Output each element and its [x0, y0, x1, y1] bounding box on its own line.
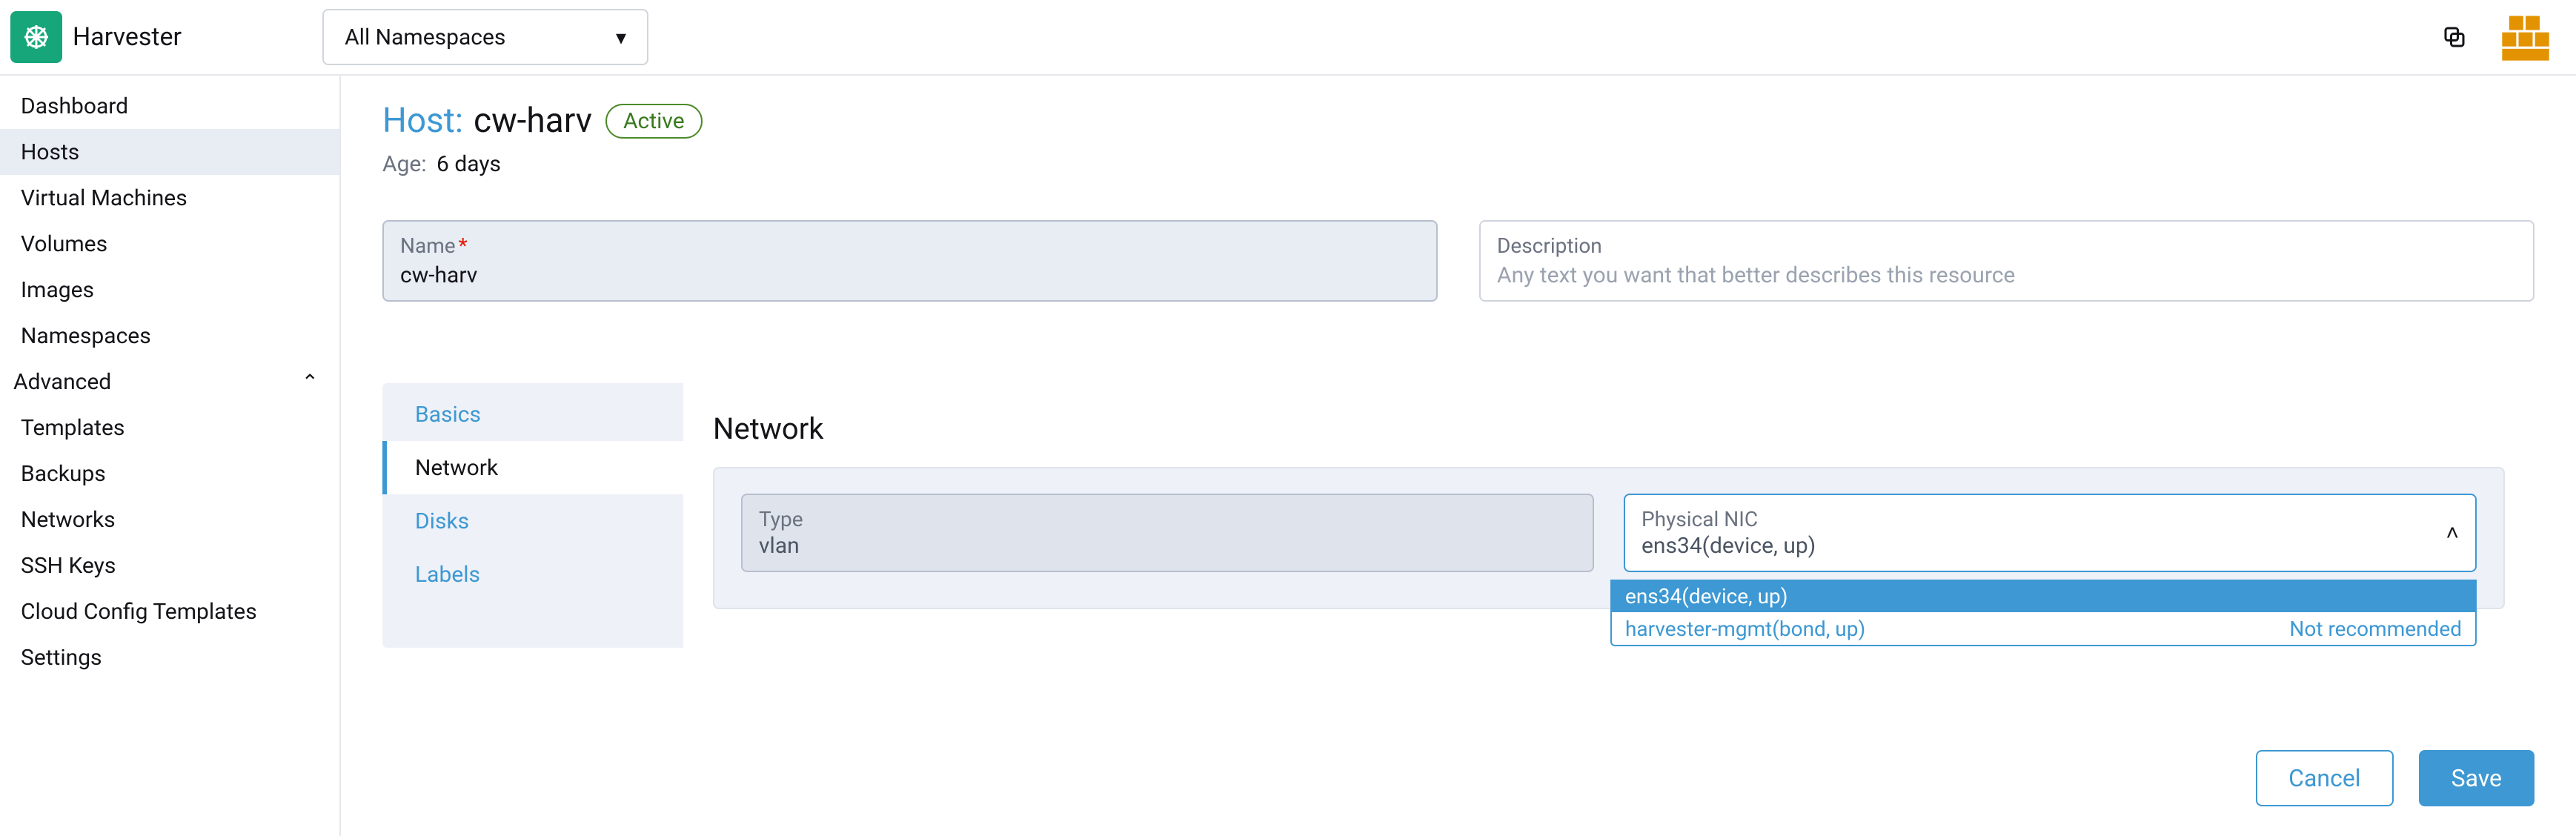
- status-badge: Active: [605, 104, 703, 139]
- age-label: Age:: [382, 151, 427, 177]
- tabs: Basics Network Disks Labels: [382, 383, 683, 648]
- namespace-select[interactable]: All Namespaces ▾: [322, 9, 648, 65]
- page-title-label: Host:: [382, 101, 463, 141]
- namespace-select-value: All Namespaces: [345, 24, 505, 50]
- button-label: Cancel: [2288, 764, 2360, 792]
- network-type-field: Type vlan: [741, 494, 1594, 572]
- sidebar-item-label: Dashboard: [21, 93, 128, 119]
- sidebar-item-namespaces[interactable]: Namespaces: [0, 313, 339, 359]
- description-field-label: Description: [1497, 233, 2517, 258]
- sidebar-group-label: Advanced: [13, 369, 111, 395]
- sidebar-item-label: Templates: [21, 415, 125, 441]
- main-content: Host: cw-harv Active Age: 6 days Name* c…: [341, 76, 2576, 836]
- network-type-label: Type: [759, 507, 1576, 531]
- harvester-logo-icon: [10, 11, 62, 63]
- tab-label: Basics: [415, 402, 481, 428]
- network-type-value: vlan: [759, 533, 1576, 559]
- tab-labels[interactable]: Labels: [382, 548, 683, 601]
- footer-actions: Cancel Save: [2256, 750, 2534, 806]
- sidebar-item-label: Cloud Config Templates: [21, 599, 257, 625]
- button-label: Save: [2451, 764, 2502, 792]
- nic-option[interactable]: ens34(device, up): [1612, 580, 2475, 612]
- sidebar-item-images[interactable]: Images: [0, 267, 339, 313]
- tab-label: Labels: [415, 562, 480, 588]
- brand-title: Harvester: [73, 22, 182, 52]
- rancher-logo-icon[interactable]: [2497, 9, 2554, 65]
- brand: Harvester: [10, 11, 182, 63]
- required-mark: *: [459, 233, 468, 258]
- page-title: Host: cw-harv Active: [382, 101, 2534, 141]
- app-header: Harvester All Namespaces ▾: [0, 0, 2576, 76]
- sidebar-item-label: Images: [21, 277, 94, 303]
- sidebar-item-ssh-keys[interactable]: SSH Keys: [0, 543, 339, 588]
- sidebar-item-cloud-config-templates[interactable]: Cloud Config Templates: [0, 588, 339, 634]
- sidebar-item-label: Volumes: [21, 231, 107, 257]
- name-field-label: Name*: [400, 233, 1420, 258]
- physical-nic-value: ens34(device, up): [1641, 533, 1816, 559]
- sidebar-group-advanced[interactable]: Advanced ⌃: [0, 359, 339, 405]
- sidebar-item-networks[interactable]: Networks: [0, 497, 339, 543]
- tab-label: Disks: [415, 508, 469, 534]
- sidebar-item-hosts[interactable]: Hosts: [0, 129, 339, 175]
- physical-nic-select[interactable]: Physical NIC ens34(device, up) ˄: [1624, 494, 2477, 572]
- page-title-name: cw-harv: [474, 101, 592, 141]
- chevron-up-icon: ⌃: [302, 370, 319, 394]
- sidebar-top: Dashboard Hosts Virtual Machines Volumes…: [0, 83, 339, 359]
- nic-option-label: ens34(device, up): [1625, 584, 1788, 608]
- form-row: Name* cw-harv Description Any text you w…: [382, 220, 2534, 302]
- nic-option-label: harvester-mgmt(bond, up): [1625, 617, 1865, 641]
- sidebar-item-label: Namespaces: [21, 323, 151, 349]
- sidebar: Dashboard Hosts Virtual Machines Volumes…: [0, 76, 341, 836]
- sidebar-item-virtual-machines[interactable]: Virtual Machines: [0, 175, 339, 221]
- physical-nic-dropdown: ens34(device, up) harvester-mgmt(bond, u…: [1610, 580, 2477, 646]
- tab-label: Network: [415, 455, 498, 481]
- network-box: Type vlan Physical NIC ens34(device, up)…: [713, 467, 2505, 609]
- sidebar-sub: Templates Backups Networks SSH Keys Clou…: [0, 405, 339, 680]
- tab-disks[interactable]: Disks: [382, 494, 683, 548]
- save-button[interactable]: Save: [2419, 750, 2534, 806]
- header-actions: [2441, 9, 2554, 65]
- sidebar-item-settings[interactable]: Settings: [0, 634, 339, 680]
- copy-icon[interactable]: [2441, 24, 2468, 50]
- nic-option-hint: Not recommended: [2289, 617, 2462, 641]
- section-title: Network: [713, 411, 2505, 446]
- config-panel: Basics Network Disks Labels Network Type…: [382, 383, 2534, 648]
- sidebar-item-label: SSH Keys: [21, 553, 116, 579]
- sidebar-item-label: Backups: [21, 461, 106, 487]
- sidebar-item-backups[interactable]: Backups: [0, 451, 339, 497]
- physical-nic-label: Physical NIC: [1641, 507, 1816, 531]
- sidebar-item-label: Virtual Machines: [21, 185, 187, 211]
- name-field-value: cw-harv: [400, 262, 1420, 288]
- age-row: Age: 6 days: [382, 151, 2534, 177]
- name-field: Name* cw-harv: [382, 220, 1438, 302]
- tab-content: Network Type vlan Physical NIC ens34(dev…: [683, 383, 2534, 648]
- sidebar-item-label: Networks: [21, 507, 116, 533]
- sidebar-item-volumes[interactable]: Volumes: [0, 221, 339, 267]
- age-value: 6 days: [436, 151, 501, 177]
- description-field[interactable]: Description Any text you want that bette…: [1479, 220, 2534, 302]
- chevron-down-icon: ▾: [616, 25, 626, 50]
- tab-basics[interactable]: Basics: [382, 388, 683, 441]
- sidebar-item-label: Hosts: [21, 139, 79, 165]
- chevron-up-icon: ˄: [2446, 520, 2459, 546]
- sidebar-item-templates[interactable]: Templates: [0, 405, 339, 451]
- sidebar-item-label: Settings: [21, 645, 102, 671]
- sidebar-item-dashboard[interactable]: Dashboard: [0, 83, 339, 129]
- cancel-button[interactable]: Cancel: [2256, 750, 2393, 806]
- description-field-placeholder: Any text you want that better describes …: [1497, 262, 2517, 288]
- tab-network[interactable]: Network: [382, 441, 683, 494]
- nic-option[interactable]: harvester-mgmt(bond, up) Not recommended: [1612, 612, 2475, 645]
